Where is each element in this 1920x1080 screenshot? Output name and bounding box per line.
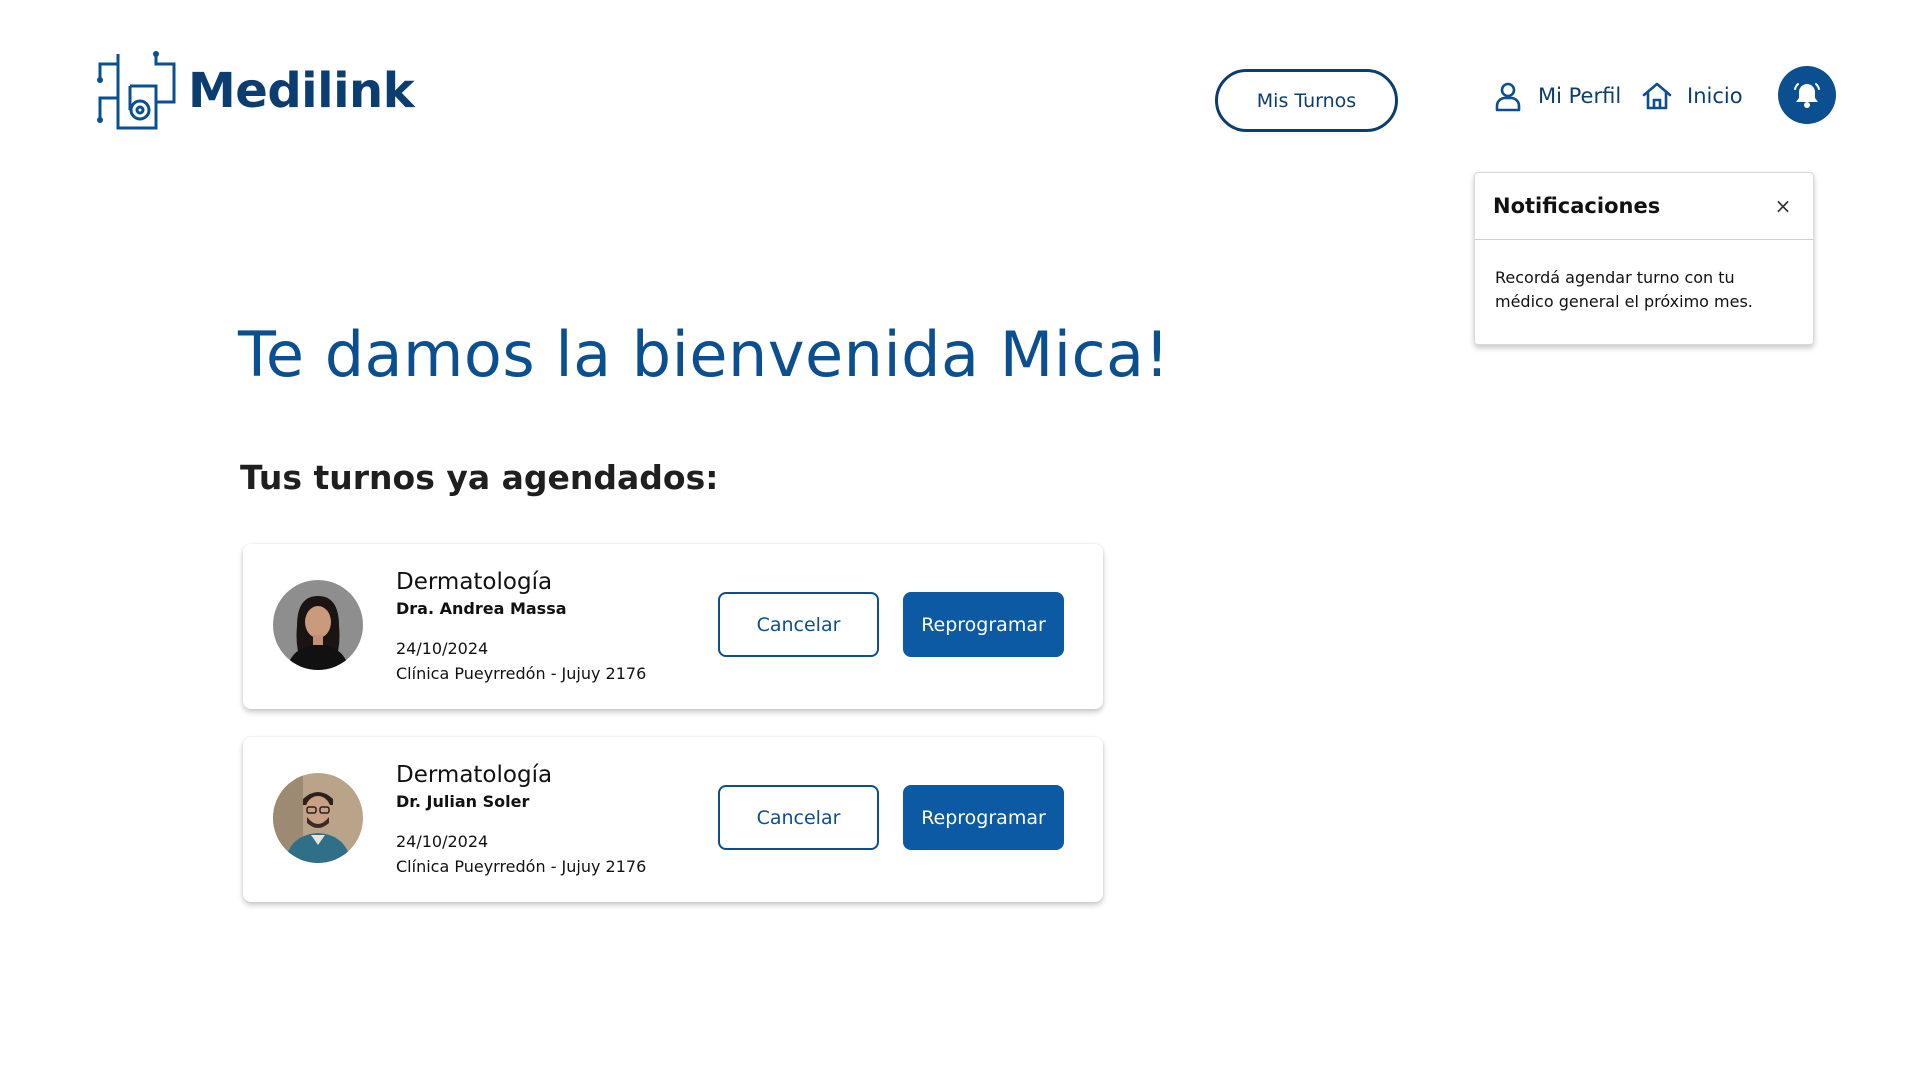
cancel-button[interactable]: Cancelar <box>718 785 879 850</box>
doctor-name: Dr. Julian Soler <box>396 792 530 811</box>
notifications-button[interactable] <box>1778 66 1836 124</box>
appointment-info: Dermatología Dr. Julian Soler 24/10/2024… <box>396 759 646 879</box>
avatar <box>273 580 363 670</box>
appointment-card: Dermatología Dr. Julian Soler 24/10/2024… <box>243 737 1103 902</box>
nav-inicio-label: Inicio <box>1687 84 1743 108</box>
cancel-button[interactable]: Cancelar <box>718 592 879 657</box>
home-icon <box>1642 82 1672 110</box>
doctor-name: Dra. Andrea Massa <box>396 599 567 618</box>
appointment-place: Clínica Pueyrredón - Jujuy 2176 <box>396 664 647 683</box>
bell-icon <box>1794 83 1820 108</box>
notification-message: Recordá agendar turno con tu médico gene… <box>1495 268 1753 311</box>
appointment-info: Dermatología Dra. Andrea Massa 24/10/202… <box>396 566 646 686</box>
appointments-heading: Tus turnos ya agendados: <box>240 458 719 497</box>
medilink-logo-icon <box>97 51 176 130</box>
appointment-date: 24/10/2024 <box>396 832 489 851</box>
notifications-header: Notificaciones × <box>1475 173 1813 240</box>
appointment-date: 24/10/2024 <box>396 639 489 658</box>
nav-mi-perfil[interactable]: Mi Perfil <box>1492 80 1621 112</box>
reschedule-button[interactable]: Reprogramar <box>903 592 1064 657</box>
notifications-panel: Notificaciones × Recordá agendar turno c… <box>1474 172 1814 345</box>
page-title: Te damos la bienvenida Mica! <box>238 318 1170 391</box>
doctor-photo <box>273 773 363 863</box>
user-icon <box>1495 82 1521 112</box>
reschedule-button[interactable]: Reprogramar <box>903 785 1064 850</box>
brand-name: Medilink <box>188 63 415 119</box>
close-icon[interactable]: × <box>1771 194 1795 218</box>
nav-mi-perfil-label: Mi Perfil <box>1538 84 1622 108</box>
appointment-place: Clínica Pueyrredón - Jujuy 2176 <box>396 857 647 876</box>
mis-turnos-button[interactable]: Mis Turnos <box>1215 69 1398 132</box>
notifications-title: Notificaciones <box>1493 194 1661 218</box>
specialty: Dermatología <box>396 762 553 788</box>
doctor-photo <box>273 580 363 670</box>
medilink-logo[interactable]: Medilink <box>96 50 415 132</box>
nav-inicio[interactable]: Inicio <box>1641 80 1743 112</box>
avatar <box>273 773 363 863</box>
page: Medilink Mis Turnos Mi Perfil Inicio Not… <box>0 0 1920 1080</box>
appointment-card: Dermatología Dra. Andrea Massa 24/10/202… <box>243 544 1103 709</box>
specialty: Dermatología <box>396 569 553 595</box>
